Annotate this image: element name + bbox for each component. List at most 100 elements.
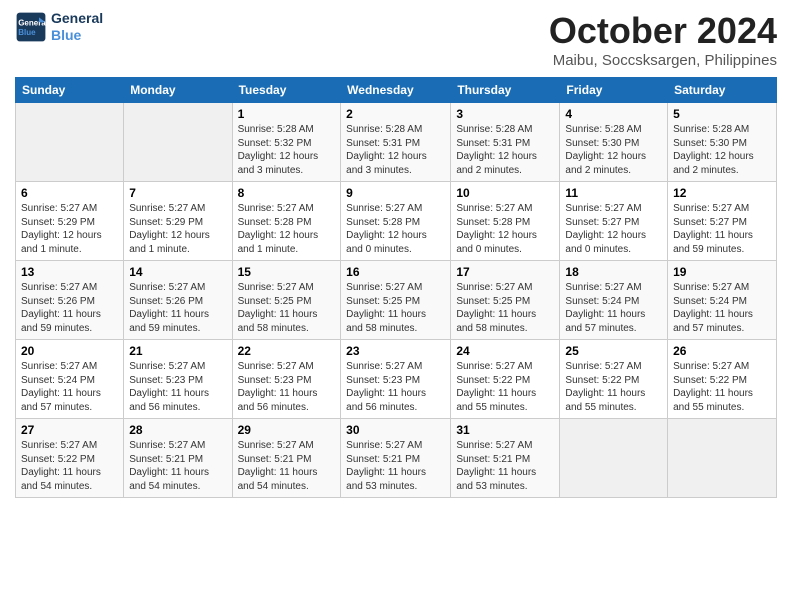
day-info: Sunrise: 5:28 AMSunset: 5:31 PMDaylight:… bbox=[346, 123, 445, 177]
week-row-5: 27Sunrise: 5:27 AMSunset: 5:22 PMDayligh… bbox=[16, 419, 777, 498]
svg-text:General: General bbox=[18, 18, 47, 27]
svg-text:Blue: Blue bbox=[18, 28, 36, 37]
week-row-1: 1 Sunrise: 5:28 AMSunset: 5:32 PMDaylight… bbox=[16, 103, 777, 182]
calendar-cell: 2Sunrise: 5:28 AMSunset: 5:31 PMDaylight… bbox=[341, 103, 451, 182]
day-number: 22 bbox=[238, 344, 336, 358]
day-info: Sunrise: 5:27 AMSunset: 5:28 PMDaylight:… bbox=[346, 202, 445, 256]
day-info: Sunrise: 5:27 AMSunset: 5:24 PMDaylight:… bbox=[21, 360, 118, 414]
day-number: 12 bbox=[673, 186, 771, 200]
location: Maibu, Soccsksargen, Philippines bbox=[549, 52, 777, 69]
calendar-cell: 22 Sunrise: 5:27 AMSunset: 5:23 PMDayligh… bbox=[232, 340, 341, 419]
calendar-cell: 12 Sunrise: 5:27 AMSunset: 5:27 PMDayligh… bbox=[668, 182, 777, 261]
day-number: 5 bbox=[673, 107, 771, 121]
calendar-cell: 7 Sunrise: 5:27 AMSunset: 5:29 PMDaylight… bbox=[124, 182, 232, 261]
day-number: 11 bbox=[565, 186, 662, 200]
calendar-cell: 31 Sunrise: 5:27 AMSunset: 5:21 PMDayligh… bbox=[451, 419, 560, 498]
day-number: 19 bbox=[673, 265, 771, 279]
calendar-cell: 3Sunrise: 5:28 AMSunset: 5:31 PMDaylight… bbox=[451, 103, 560, 182]
calendar-cell: 20 Sunrise: 5:27 AMSunset: 5:24 PMDayligh… bbox=[16, 340, 124, 419]
day-info: Sunrise: 5:27 AMSunset: 5:22 PMDaylight:… bbox=[565, 360, 662, 414]
day-info: Sunrise: 5:27 AMSunset: 5:21 PMDaylight:… bbox=[456, 439, 554, 493]
day-info: Sunrise: 5:27 AMSunset: 5:25 PMDaylight:… bbox=[346, 281, 445, 335]
logo: General Blue General Blue bbox=[15, 10, 103, 44]
header-wednesday: Wednesday bbox=[341, 78, 451, 103]
day-info: Sunrise: 5:27 AMSunset: 5:28 PMDaylight:… bbox=[456, 202, 554, 256]
calendar-cell: 16 Sunrise: 5:27 AMSunset: 5:25 PMDayligh… bbox=[341, 261, 451, 340]
day-info: Sunrise: 5:27 AMSunset: 5:25 PMDaylight:… bbox=[238, 281, 336, 335]
calendar-header-row: SundayMondayTuesdayWednesdayThursdayFrid… bbox=[16, 78, 777, 103]
day-info: Sunrise: 5:27 AMSunset: 5:29 PMDaylight:… bbox=[21, 202, 118, 256]
calendar-cell: 30Sunrise: 5:27 AMSunset: 5:21 PMDayligh… bbox=[341, 419, 451, 498]
calendar-cell: 11 Sunrise: 5:27 AMSunset: 5:27 PMDayligh… bbox=[560, 182, 668, 261]
header-friday: Friday bbox=[560, 78, 668, 103]
calendar-cell bbox=[124, 103, 232, 182]
header-sunday: Sunday bbox=[16, 78, 124, 103]
logo-text: General Blue bbox=[51, 10, 103, 44]
day-info: Sunrise: 5:28 AMSunset: 5:30 PMDaylight:… bbox=[673, 123, 771, 177]
calendar-cell bbox=[16, 103, 124, 182]
calendar-cell: 19 Sunrise: 5:27 AMSunset: 5:24 PMDayligh… bbox=[668, 261, 777, 340]
day-info: Sunrise: 5:27 AMSunset: 5:23 PMDaylight:… bbox=[129, 360, 226, 414]
calendar: SundayMondayTuesdayWednesdayThursdayFrid… bbox=[15, 77, 777, 498]
day-info: Sunrise: 5:28 AMSunset: 5:31 PMDaylight:… bbox=[456, 123, 554, 177]
calendar-cell: 10Sunrise: 5:27 AMSunset: 5:28 PMDayligh… bbox=[451, 182, 560, 261]
calendar-cell: 25Sunrise: 5:27 AMSunset: 5:22 PMDayligh… bbox=[560, 340, 668, 419]
day-number: 8 bbox=[238, 186, 336, 200]
day-info: Sunrise: 5:27 AMSunset: 5:27 PMDaylight:… bbox=[565, 202, 662, 256]
day-info: Sunrise: 5:28 AMSunset: 5:32 PMDaylight:… bbox=[238, 123, 336, 177]
calendar-cell: 4 Sunrise: 5:28 AMSunset: 5:30 PMDaylight… bbox=[560, 103, 668, 182]
day-info: Sunrise: 5:27 AMSunset: 5:22 PMDaylight:… bbox=[456, 360, 554, 414]
calendar-cell bbox=[560, 419, 668, 498]
day-number: 29 bbox=[238, 423, 336, 437]
day-number: 21 bbox=[129, 344, 226, 358]
calendar-cell: 28 Sunrise: 5:27 AMSunset: 5:21 PMDayligh… bbox=[124, 419, 232, 498]
calendar-cell: 5 Sunrise: 5:28 AMSunset: 5:30 PMDaylight… bbox=[668, 103, 777, 182]
calendar-cell: 21 Sunrise: 5:27 AMSunset: 5:23 PMDayligh… bbox=[124, 340, 232, 419]
header-saturday: Saturday bbox=[668, 78, 777, 103]
day-number: 16 bbox=[346, 265, 445, 279]
day-info: Sunrise: 5:27 AMSunset: 5:29 PMDaylight:… bbox=[129, 202, 226, 256]
day-number: 28 bbox=[129, 423, 226, 437]
calendar-cell: 1 Sunrise: 5:28 AMSunset: 5:32 PMDaylight… bbox=[232, 103, 341, 182]
day-info: Sunrise: 5:27 AMSunset: 5:28 PMDaylight:… bbox=[238, 202, 336, 256]
day-info: Sunrise: 5:27 AMSunset: 5:25 PMDaylight:… bbox=[456, 281, 554, 335]
calendar-cell bbox=[668, 419, 777, 498]
day-info: Sunrise: 5:27 AMSunset: 5:21 PMDaylight:… bbox=[129, 439, 226, 493]
calendar-cell: 6Sunrise: 5:27 AMSunset: 5:29 PMDaylight… bbox=[16, 182, 124, 261]
day-info: Sunrise: 5:28 AMSunset: 5:30 PMDaylight:… bbox=[565, 123, 662, 177]
header-tuesday: Tuesday bbox=[232, 78, 341, 103]
day-info: Sunrise: 5:27 AMSunset: 5:23 PMDaylight:… bbox=[238, 360, 336, 414]
day-number: 1 bbox=[238, 107, 336, 121]
calendar-cell: 15Sunrise: 5:27 AMSunset: 5:25 PMDayligh… bbox=[232, 261, 341, 340]
week-row-2: 6Sunrise: 5:27 AMSunset: 5:29 PMDaylight… bbox=[16, 182, 777, 261]
day-number: 26 bbox=[673, 344, 771, 358]
day-info: Sunrise: 5:27 AMSunset: 5:21 PMDaylight:… bbox=[238, 439, 336, 493]
calendar-cell: 26 Sunrise: 5:27 AMSunset: 5:22 PMDayligh… bbox=[668, 340, 777, 419]
calendar-cell: 18Sunrise: 5:27 AMSunset: 5:24 PMDayligh… bbox=[560, 261, 668, 340]
day-info: Sunrise: 5:27 AMSunset: 5:22 PMDaylight:… bbox=[673, 360, 771, 414]
calendar-cell: 8 Sunrise: 5:27 AMSunset: 5:28 PMDaylight… bbox=[232, 182, 341, 261]
calendar-cell: 27Sunrise: 5:27 AMSunset: 5:22 PMDayligh… bbox=[16, 419, 124, 498]
header-monday: Monday bbox=[124, 78, 232, 103]
day-info: Sunrise: 5:27 AMSunset: 5:27 PMDaylight:… bbox=[673, 202, 771, 256]
day-number: 4 bbox=[565, 107, 662, 121]
day-info: Sunrise: 5:27 AMSunset: 5:22 PMDaylight:… bbox=[21, 439, 118, 493]
day-number: 31 bbox=[456, 423, 554, 437]
day-info: Sunrise: 5:27 AMSunset: 5:24 PMDaylight:… bbox=[673, 281, 771, 335]
day-info: Sunrise: 5:27 AMSunset: 5:23 PMDaylight:… bbox=[346, 360, 445, 414]
calendar-cell: 13 Sunrise: 5:27 AMSunset: 5:26 PMDayligh… bbox=[16, 261, 124, 340]
calendar-cell: 24Sunrise: 5:27 AMSunset: 5:22 PMDayligh… bbox=[451, 340, 560, 419]
title-block: October 2024 Maibu, Soccsksargen, Philip… bbox=[549, 10, 777, 69]
day-info: Sunrise: 5:27 AMSunset: 5:26 PMDaylight:… bbox=[21, 281, 118, 335]
day-number: 14 bbox=[129, 265, 226, 279]
day-info: Sunrise: 5:27 AMSunset: 5:21 PMDaylight:… bbox=[346, 439, 445, 493]
calendar-cell: 9Sunrise: 5:27 AMSunset: 5:28 PMDaylight… bbox=[341, 182, 451, 261]
calendar-cell: 14Sunrise: 5:27 AMSunset: 5:26 PMDayligh… bbox=[124, 261, 232, 340]
day-number: 18 bbox=[565, 265, 662, 279]
day-number: 7 bbox=[129, 186, 226, 200]
header-thursday: Thursday bbox=[451, 78, 560, 103]
day-number: 20 bbox=[21, 344, 118, 358]
day-number: 13 bbox=[21, 265, 118, 279]
week-row-4: 20 Sunrise: 5:27 AMSunset: 5:24 PMDayligh… bbox=[16, 340, 777, 419]
month-title: October 2024 bbox=[549, 10, 777, 52]
